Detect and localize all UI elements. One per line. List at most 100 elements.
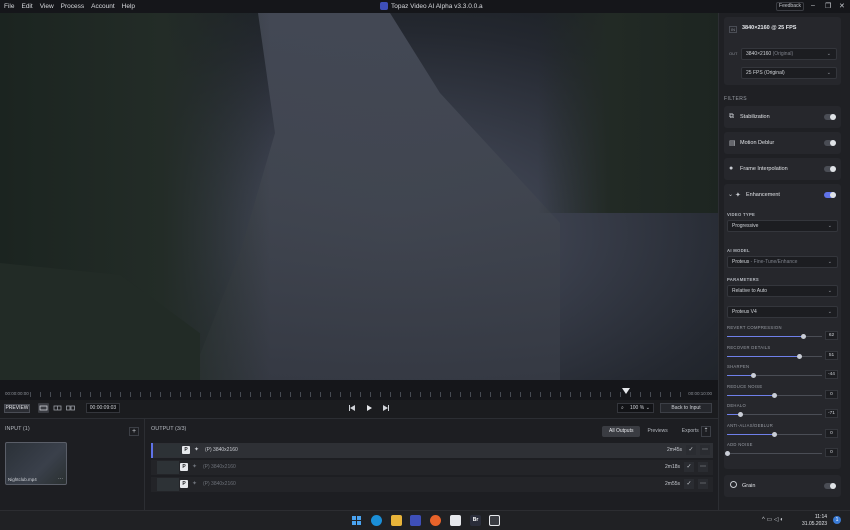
ai-model-select[interactable]: Proteus - Fine-Tune/Enhance ⌄ <box>727 256 838 268</box>
firefox-icon[interactable] <box>430 515 441 526</box>
single-view-icon[interactable] <box>38 403 49 413</box>
add-input-button[interactable]: + <box>129 427 139 436</box>
timecode-field[interactable]: 00:00:09:03 <box>86 403 120 413</box>
output-row[interactable]: P ✦ (P) 3840x2160 2m18s ✓ ⋯ <box>151 460 713 475</box>
motion-deblur-icon: ▤ <box>729 140 736 147</box>
edge-browser-icon[interactable] <box>371 515 382 526</box>
slider-track[interactable] <box>727 392 822 398</box>
split-view-icon[interactable] <box>52 403 63 413</box>
output-resolution: (P) 3840x2160 <box>203 481 236 487</box>
slider-value-field[interactable]: -44 <box>825 370 838 379</box>
slider-track[interactable] <box>724 451 822 456</box>
menu-edit[interactable]: Edit <box>21 3 32 10</box>
checkmark-icon[interactable]: ✓ <box>684 479 694 489</box>
slider-handle[interactable] <box>801 334 807 339</box>
back-to-input-button[interactable]: Back to Input <box>660 403 712 413</box>
system-tray[interactable]: ^ ▭ ◁ ◐ <box>762 516 784 523</box>
step-back-icon[interactable] <box>346 403 358 413</box>
menu-view[interactable]: View <box>40 3 54 10</box>
close-icon[interactable]: ✕ <box>839 2 845 10</box>
grain-toggle[interactable] <box>824 483 836 489</box>
slider-fill <box>727 375 754 376</box>
menu-help[interactable]: Help <box>122 3 135 10</box>
menu-process[interactable]: Process <box>61 3 84 10</box>
playhead-icon[interactable] <box>622 388 630 394</box>
slider-handle[interactable] <box>772 392 777 398</box>
document-icon[interactable] <box>450 515 461 526</box>
video-type-select[interactable]: Progressive ⌄ <box>727 220 838 232</box>
zoom-select[interactable]: ⌕ 100 % ⌄ <box>617 403 654 413</box>
slider-value-field[interactable]: 0 <box>825 389 838 399</box>
motion-deblur-toggle[interactable] <box>824 140 836 146</box>
step-forward-icon[interactable] <box>380 403 392 413</box>
timeline-end-time: 00:00:10:00 <box>688 391 712 396</box>
filter-stabilization[interactable]: ⧉ Stabilization <box>724 106 841 128</box>
frame-interpolation-toggle[interactable] <box>824 166 836 172</box>
chevron-down-icon: ⌄ <box>827 288 832 294</box>
filter-name: Motion Deblur <box>740 140 775 146</box>
feedback-button[interactable]: Feedback <box>776 2 804 11</box>
chevron-down-icon[interactable]: ⌄ <box>728 191 733 198</box>
clock[interactable]: 11:14 31.05.2023 <box>802 514 827 528</box>
slider-value-field[interactable]: 0 <box>825 428 838 438</box>
filter-name: Stabilization <box>740 114 770 120</box>
notification-icon[interactable]: 1 <box>833 516 841 524</box>
topaz-taskbar-icon[interactable] <box>410 515 421 526</box>
clock-time: 11:14 <box>814 514 828 520</box>
slider-handle[interactable] <box>772 431 777 437</box>
minimize-icon[interactable]: – <box>811 2 815 9</box>
slider-label: ANTI-ALIAS/DEBLUR <box>727 422 774 428</box>
filter-grain[interactable]: Grain <box>724 475 841 497</box>
slider-track[interactable] <box>727 334 822 339</box>
enhancement-toggle[interactable] <box>824 192 836 198</box>
tab-previews[interactable]: Previews <box>640 426 674 437</box>
side-by-side-view-icon[interactable] <box>65 403 76 413</box>
slider-handle[interactable] <box>724 451 730 456</box>
more-options-icon[interactable]: ⋯ <box>700 445 710 455</box>
output-resolution-select[interactable]: 3840×2160 (Original) ⌄ <box>741 48 837 60</box>
slider-track[interactable] <box>727 353 822 359</box>
slider-track[interactable] <box>727 373 822 378</box>
maximize-icon[interactable]: ❐ <box>825 2 831 10</box>
input-more-button[interactable]: ··· <box>58 476 63 482</box>
checkmark-icon[interactable]: ✓ <box>684 462 694 472</box>
output-fps-select[interactable]: 25 FPS (Original) ⌄ <box>741 67 837 79</box>
slider-value-field[interactable]: -71 <box>825 409 838 418</box>
bridge-icon[interactable]: Br <box>470 515 481 526</box>
slider-track[interactable] <box>727 412 822 417</box>
timeline[interactable]: 00:00:00:00 00:00:10:00 <box>0 380 718 400</box>
menu-file[interactable]: File <box>4 3 14 10</box>
more-options-icon[interactable]: ⋯ <box>698 479 708 489</box>
play-icon[interactable] <box>363 403 375 413</box>
slider-value-field[interactable]: 0 <box>825 448 838 457</box>
slider-label: DEHALO <box>727 403 747 408</box>
active-app-icon[interactable] <box>489 515 500 526</box>
file-explorer-icon[interactable] <box>391 515 402 526</box>
slider-track[interactable] <box>727 431 822 437</box>
filter-frame-interpolation[interactable]: ● Frame Interpolation <box>724 158 841 180</box>
model-version-select[interactable]: Proteus V4 ⌄ <box>727 306 838 318</box>
filter-motion-deblur[interactable]: ▤ Motion Deblur <box>724 132 841 154</box>
output-tabs: All Outputs Previews Exports <box>602 426 706 437</box>
slider-handle[interactable] <box>796 353 802 359</box>
slider-handle[interactable] <box>737 412 743 417</box>
export-icon[interactable]: ⇡ <box>701 426 711 437</box>
more-options-icon[interactable]: ⋯ <box>698 462 708 472</box>
preview-button[interactable]: PREVIEW <box>4 404 30 413</box>
app-title-text: Topaz Video AI Alpha v3.3.0.0.a <box>391 2 483 10</box>
video-preview[interactable] <box>0 13 718 380</box>
timeline-ruler[interactable] <box>30 392 685 397</box>
menu-account[interactable]: Account <box>91 3 115 10</box>
windows-start-icon[interactable] <box>351 515 362 526</box>
output-row[interactable]: P ✦ (P) 3840x2160 2m45s ✓ ⋯ <box>151 443 713 458</box>
slider-handle[interactable] <box>751 373 757 378</box>
checkmark-icon[interactable]: ✓ <box>686 445 696 455</box>
slider-label: REDUCE NOISE <box>727 383 763 389</box>
slider-value-field[interactable]: 62 <box>825 331 838 340</box>
tab-all-outputs[interactable]: All Outputs <box>602 426 641 437</box>
stabilization-toggle[interactable] <box>824 114 836 120</box>
output-row[interactable]: P ✦ (P) 3840x2160 2m55s ✓ ⋯ <box>151 477 713 492</box>
slider-value-field[interactable]: 51 <box>825 350 838 360</box>
slider-fill <box>727 336 804 337</box>
parameters-select[interactable]: Relative to Auto ⌄ <box>727 285 838 297</box>
